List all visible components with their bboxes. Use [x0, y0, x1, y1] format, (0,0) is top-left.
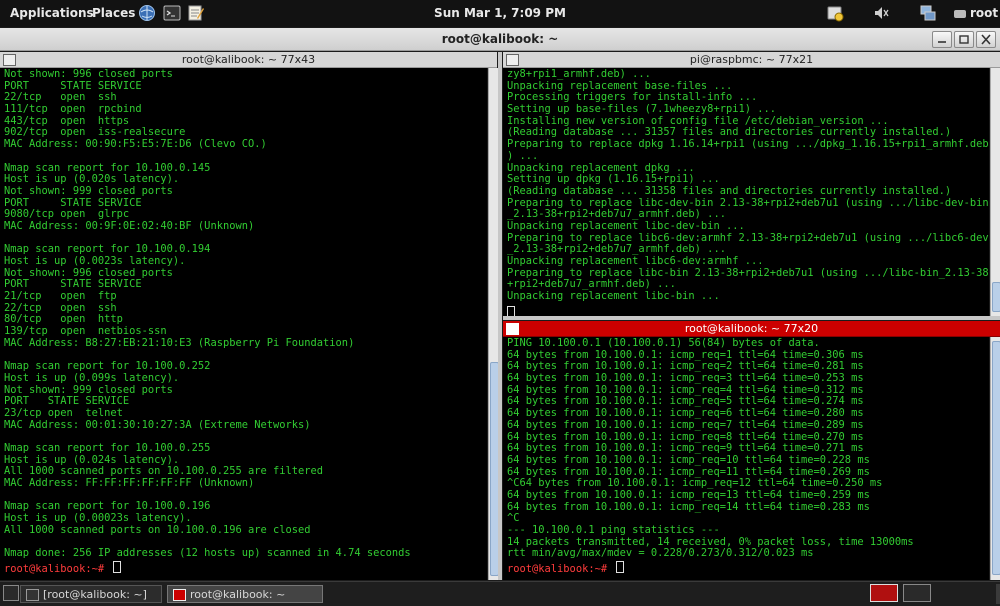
right-top-scrollbar-thumb[interactable]: [992, 282, 1000, 312]
terminal-launcher-icon[interactable]: [163, 4, 181, 22]
terminal-line: Unpacking replacement libc6-dev:armhf ..…: [507, 255, 764, 267]
workspace-2[interactable]: [903, 584, 931, 602]
terminal-icon: [26, 589, 39, 601]
update-notifier-icon[interactable]: [826, 4, 844, 22]
terminal-output: Not shown: 996 closed ports PORT STATE SE…: [4, 68, 411, 560]
right-top-terminal[interactable]: zy8+rpi1_armhf.deb) ... Unpacking replace…: [503, 68, 989, 316]
prompt-line: root@kalibook:~#: [4, 561, 122, 576]
terminal-line: Preparing to replace dpkg 1.16.14+rpi1 (…: [507, 138, 989, 151]
taskbar-item-label: [root@kalibook: ~]: [43, 588, 147, 601]
taskbar-edge: [996, 584, 1000, 604]
terminal-line: Host is up (0.099s latency).: [4, 371, 180, 384]
terminal-output: zy8+rpi1_armhf.deb) ... Unpacking replace…: [507, 68, 989, 303]
web-browser-icon[interactable]: [138, 4, 156, 22]
terminal-output: PING 10.100.0.1 (10.100.0.1) 56(84) byte…: [507, 337, 914, 560]
window-title: root@kalibook: ~: [441, 32, 559, 46]
terminal-line: 64 bytes from 10.100.0.1: icmp_req=7 ttl…: [507, 418, 864, 431]
user-icon: [952, 4, 970, 22]
terminal-line: Setting up base-files (7.1wheezy8+rpi1) …: [507, 103, 776, 116]
terminal-line: Not shown: 996 closed ports: [4, 68, 173, 80]
applications-menu[interactable]: Applications: [10, 6, 94, 20]
show-desktop-icon[interactable]: [3, 585, 19, 601]
terminal-line: 64 bytes from 10.100.0.1: icmp_req=10 tt…: [507, 453, 870, 466]
terminal-icon: [173, 589, 186, 601]
terminal-line: Unpacking replacement libc-bin ...: [507, 290, 720, 303]
right-bottom-scrollbar-thumb[interactable]: [992, 341, 1000, 575]
taskbar-item-window-2[interactable]: root@kalibook: ~: [167, 585, 323, 603]
right-bottom-pane-title: root@kalibook: ~ 77x20: [684, 322, 819, 335]
terminal-line: (Reading database ... 31358 files and di…: [507, 184, 952, 197]
terminal-line: MAC Address: 00:9F:0E:02:40:BF (Unknown): [4, 219, 255, 232]
terminal-line: MAC Address: 00:01:30:10:27:3A (Extreme …: [4, 418, 311, 431]
cursor: [507, 306, 515, 316]
terminal-line: rtt min/avg/max/mdev = 0.228/0.273/0.312…: [507, 547, 814, 560]
user-name[interactable]: root: [970, 6, 998, 20]
horizontal-divider[interactable]: [503, 316, 1000, 320]
terminal-line: Not shown: 999 closed ports: [4, 184, 173, 197]
taskbar-item-label: root@kalibook: ~: [190, 588, 286, 601]
terminal-line: 21/tcp open ftp: [4, 290, 117, 303]
terminal-line: MAC Address: FF:FF:FF:FF:FF:FF (Unknown): [4, 477, 255, 490]
left-scrollbar[interactable]: [488, 68, 499, 580]
right-bottom-terminal[interactable]: PING 10.100.0.1 (10.100.0.1) 56(84) byte…: [503, 337, 989, 580]
cursor-line: [507, 302, 515, 316]
volume-muted-icon[interactable]: [872, 4, 890, 22]
cursor: [616, 561, 625, 573]
terminal-line: MAC Address: 00:90:F5:E5:7E:D6 (Clevo CO…: [4, 138, 267, 151]
prompt-line: root@kalibook:~#: [507, 561, 625, 576]
window-title-bar[interactable]: root@kalibook: ~: [0, 28, 1000, 51]
right-top-pane-title: pi@raspbmc: ~ 77x21: [689, 53, 814, 66]
right-bottom-pane-header[interactable]: root@kalibook: ~ 77x20: [503, 321, 1000, 337]
terminal-line: ) ...: [507, 149, 539, 162]
terminal-line: 64 bytes from 10.100.0.1: icmp_req=3 ttl…: [507, 372, 864, 385]
terminal-line: 23/tcp open telnet: [4, 406, 123, 419]
terminal-line: 64 bytes from 10.100.0.1: icmp_req=13 tt…: [507, 488, 870, 501]
terminal-line: Host is up (0.0023s latency).: [4, 255, 186, 267]
terminal-line: 111/tcp open rpcbind: [4, 103, 142, 116]
right-bottom-scrollbar[interactable]: [990, 337, 1000, 580]
left-pane-title: root@kalibook: ~ 77x43: [181, 53, 316, 66]
terminal-line: zy8+rpi1_armhf.deb) ...: [507, 68, 651, 80]
minimize-button[interactable]: [932, 31, 952, 48]
close-button[interactable]: [976, 31, 996, 48]
text-editor-icon[interactable]: [187, 4, 205, 22]
left-terminal[interactable]: Not shown: 996 closed ports PORT STATE SE…: [0, 68, 487, 580]
taskbar-item-window-1[interactable]: [root@kalibook: ~]: [20, 585, 162, 603]
prompt: root@kalibook:~#: [507, 563, 614, 575]
terminal-line: Nmap done: 256 IP addresses (12 hosts up…: [4, 547, 411, 560]
network-icon[interactable]: [919, 4, 937, 22]
places-menu[interactable]: Places: [92, 6, 135, 20]
vertical-divider[interactable]: [498, 52, 502, 580]
terminal-line: Unpacking replacement libc-dev-bin ...: [507, 219, 745, 232]
terminal-line: 64 bytes from 10.100.0.1: icmp_req=14 tt…: [507, 500, 870, 513]
terminal-line: All 1000 scanned ports on 10.100.0.196 a…: [4, 523, 311, 536]
terminal-line: --- 10.100.0.1 ping statistics ---: [507, 524, 720, 536]
taskbar: [root@kalibook: ~] root@kalibook: ~: [0, 581, 1000, 606]
workspace-1[interactable]: [870, 584, 898, 602]
cursor: [113, 561, 122, 573]
terminal-line: PING 10.100.0.1 (10.100.0.1) 56(84) byte…: [507, 337, 820, 349]
terminal-line: MAC Address: B8:27:EB:21:10:E3 (Raspberr…: [4, 336, 355, 349]
top-panel: Applications Places Sun Mar 1, 7:09 PM r…: [0, 0, 1000, 27]
prompt: root@kalibook:~#: [4, 563, 111, 575]
maximize-button[interactable]: [954, 31, 974, 48]
right-top-pane-header[interactable]: pi@raspbmc: ~ 77x21: [503, 52, 1000, 68]
left-pane-header[interactable]: root@kalibook: ~ 77x43: [0, 52, 497, 68]
terminal-line: Nmap scan report for 10.100.0.255: [4, 442, 211, 454]
right-top-scrollbar[interactable]: [990, 68, 1000, 316]
